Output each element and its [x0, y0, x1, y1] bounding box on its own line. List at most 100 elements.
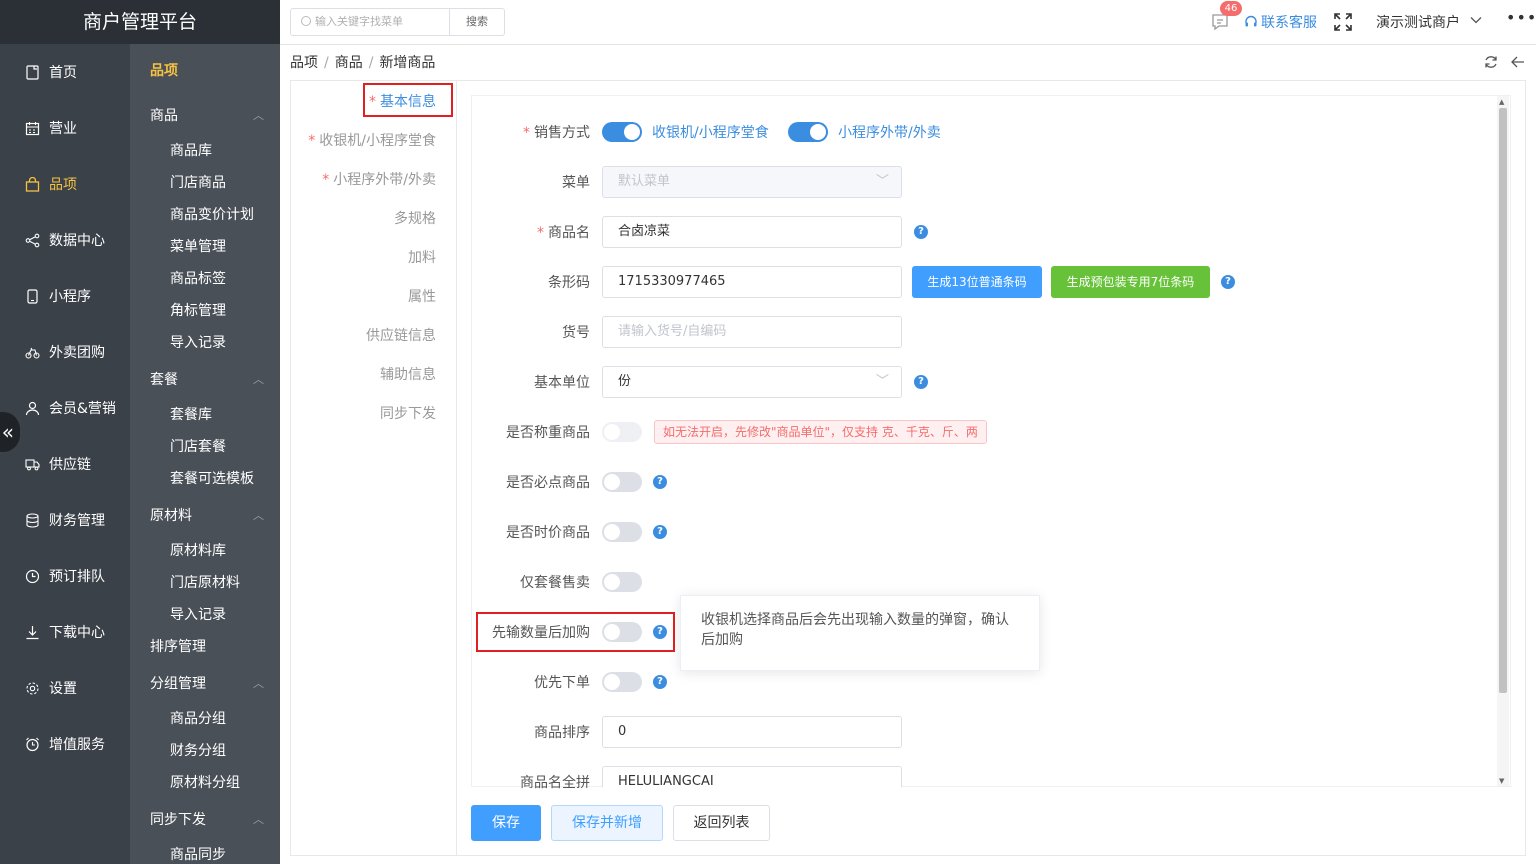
nav-item-business[interactable]: 营业: [0, 100, 130, 156]
sub-item-goods-tag[interactable]: 商品标签: [170, 269, 226, 289]
menu-select[interactable]: 默认菜单 ﹀: [602, 166, 902, 198]
nav-item-settings[interactable]: 设置: [0, 660, 130, 716]
nav-label: 供应链: [49, 457, 91, 473]
sub-item-store-material[interactable]: 门店原材料: [170, 573, 240, 593]
group-goods[interactable]: 商品 ︿: [130, 101, 280, 131]
nav-label: 设置: [49, 681, 77, 697]
sort-input[interactable]: 0: [602, 716, 902, 748]
sub-item-combo-template[interactable]: 套餐可选模板: [170, 469, 254, 489]
tab-addons[interactable]: 加料: [408, 247, 436, 267]
required-mark: *: [523, 125, 530, 141]
time-price-switch[interactable]: [602, 522, 642, 542]
sub-item-store-combo[interactable]: 门店套餐: [170, 437, 226, 457]
database-icon: [24, 512, 41, 529]
tab-pos-dinein[interactable]: * 收银机/小程序堂食: [308, 130, 436, 150]
weigh-switch[interactable]: [602, 422, 642, 442]
nav-item-value-added[interactable]: 增值服务: [0, 716, 130, 772]
contact-service-label: 联系客服: [1261, 15, 1317, 31]
nav-item-finance[interactable]: 财务管理: [0, 492, 130, 548]
contact-service-link[interactable]: 联系客服: [1244, 12, 1317, 32]
tab-supply-info[interactable]: 供应链信息: [366, 325, 436, 345]
tab-sync[interactable]: 同步下发: [380, 403, 436, 423]
must-order-switch[interactable]: [602, 472, 642, 492]
sale-mode-dinein-switch[interactable]: [602, 122, 642, 142]
sub-item-import-record[interactable]: 导入记录: [170, 333, 226, 353]
sub-item-store-goods[interactable]: 门店商品: [170, 173, 226, 193]
nav-item-reservation[interactable]: 预订排队: [0, 548, 130, 604]
sub-item-goods-lib[interactable]: 商品库: [170, 141, 212, 161]
group-grouping[interactable]: 分组管理 ︿: [130, 669, 280, 699]
scroll-down-icon[interactable]: ▼: [1499, 777, 1504, 785]
nav-item-delivery[interactable]: 外卖团购: [0, 324, 130, 380]
merchant-name[interactable]: 演示测试商户: [1376, 12, 1460, 32]
sale-mode-dinein-label: 收银机/小程序堂食: [652, 125, 769, 141]
nav-item-supply[interactable]: 供应链: [0, 436, 130, 492]
save-button[interactable]: 保存: [471, 805, 541, 841]
help-icon[interactable]: ?: [914, 225, 928, 239]
nav-item-items[interactable]: 品项: [0, 156, 130, 212]
breadcrumb-item[interactable]: 商品: [335, 55, 363, 71]
download-icon: [24, 624, 41, 641]
sub-item-material-import[interactable]: 导入记录: [170, 605, 226, 625]
sub-item-price-plan[interactable]: 商品变价计划: [170, 205, 254, 225]
generate-7-barcode-button[interactable]: 生成预包装专用7位条码: [1051, 266, 1210, 298]
nav-item-home[interactable]: 首页: [0, 44, 130, 100]
menu-search-input[interactable]: 输入关键字找菜单: [290, 8, 450, 36]
tab-aux-info[interactable]: 辅助信息: [380, 364, 436, 384]
more-icon[interactable]: •••: [1506, 8, 1536, 27]
chevron-down-icon[interactable]: [1470, 14, 1482, 26]
barcode-input[interactable]: 1715330977465: [602, 266, 902, 298]
group-label: 原材料: [150, 508, 192, 524]
sub-item-corner-tag[interactable]: 角标管理: [170, 301, 226, 321]
sub-item-material-lib[interactable]: 原材料库: [170, 541, 226, 561]
sub-item-goods-sync[interactable]: 商品同步: [170, 845, 226, 864]
combo-only-switch[interactable]: [602, 572, 642, 592]
group-combo[interactable]: 套餐 ︿: [130, 365, 280, 395]
search-icon: [301, 16, 311, 26]
group-sync[interactable]: 同步下发 ︿: [130, 805, 280, 835]
combo-only-label: 仅套餐售卖: [520, 575, 590, 591]
save-and-new-button[interactable]: 保存并新增: [551, 805, 663, 841]
nav-item-download[interactable]: 下载中心: [0, 604, 130, 660]
search-button[interactable]: 搜索: [449, 8, 505, 36]
back-arrow-icon[interactable]: [1510, 54, 1526, 70]
priority-switch[interactable]: [602, 672, 642, 692]
help-icon[interactable]: ?: [653, 525, 667, 539]
nav-label: 外卖团购: [49, 345, 105, 361]
help-icon[interactable]: ?: [653, 475, 667, 489]
scrollbar-thumb[interactable]: [1499, 108, 1507, 693]
group-material[interactable]: 原材料 ︿: [130, 501, 280, 531]
breadcrumb: 品项 / 商品 / 新增商品: [290, 52, 435, 72]
back-to-list-button[interactable]: 返回列表: [673, 805, 770, 841]
unit-select[interactable]: 份 ﹀: [602, 366, 902, 398]
sku-label: 货号: [562, 325, 590, 341]
tab-takeout[interactable]: * 小程序外带/外卖: [322, 169, 436, 189]
pinyin-input[interactable]: HELULIANGCAI: [602, 766, 902, 789]
form-section-tabs: * 基本信息 * 收银机/小程序堂食 * 小程序外带/外卖 多规格 加料 属性 供应链…: [291, 81, 457, 855]
generate-13-barcode-button[interactable]: 生成13位普通条码: [912, 266, 1042, 298]
sub-sidebar-title: 品项: [150, 63, 178, 79]
sub-item-goods-group[interactable]: 商品分组: [170, 709, 226, 729]
sub-item-combo-lib[interactable]: 套餐库: [170, 405, 212, 425]
nav-label: 首页: [49, 65, 77, 81]
breadcrumb-separator: /: [368, 55, 374, 71]
nav-item-data-center[interactable]: 数据中心: [0, 212, 130, 268]
sub-item-finance-group[interactable]: 财务分组: [170, 741, 226, 761]
tab-multi-spec[interactable]: 多规格: [394, 208, 436, 228]
group-sort[interactable]: 排序管理: [130, 632, 280, 662]
help-icon[interactable]: ?: [653, 675, 667, 689]
tab-attributes[interactable]: 属性: [408, 286, 436, 306]
nav-item-miniprogram[interactable]: 小程序: [0, 268, 130, 324]
help-icon[interactable]: ?: [1221, 275, 1235, 289]
refresh-icon[interactable]: [1483, 54, 1499, 70]
sku-input[interactable]: 请输入货号/自编码: [602, 316, 902, 348]
goods-name-input[interactable]: 合卤凉菜: [602, 216, 902, 248]
barcode-label: 条形码: [548, 275, 590, 291]
sale-mode-takeout-switch[interactable]: [788, 122, 828, 142]
fullscreen-icon[interactable]: [1332, 11, 1354, 33]
breadcrumb-item[interactable]: 品项: [290, 55, 318, 71]
sub-item-material-group[interactable]: 原材料分组: [170, 773, 240, 793]
help-icon[interactable]: ?: [914, 375, 928, 389]
sub-item-menu-mgmt[interactable]: 菜单管理: [170, 237, 226, 257]
scroll-up-icon[interactable]: ▲: [1499, 98, 1504, 106]
